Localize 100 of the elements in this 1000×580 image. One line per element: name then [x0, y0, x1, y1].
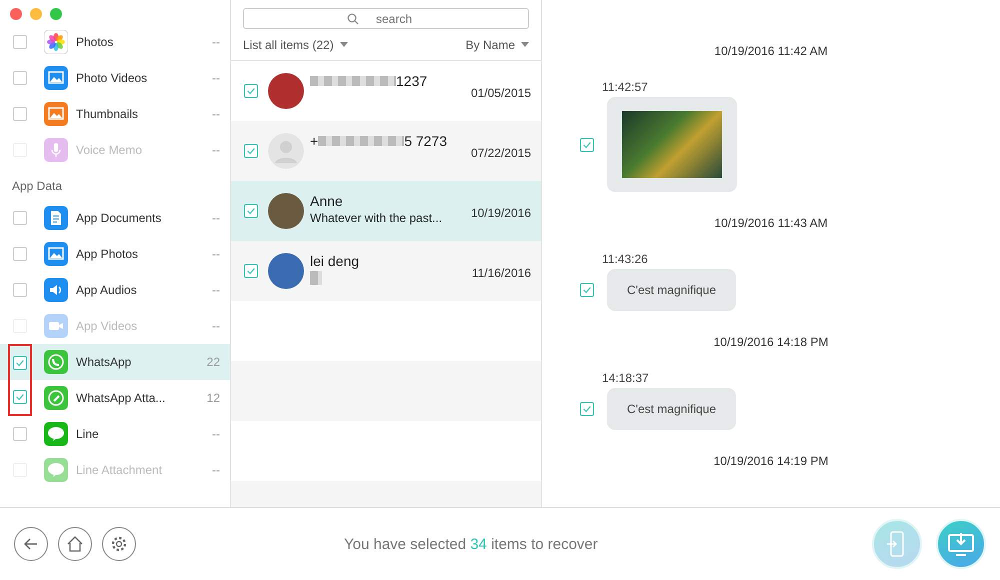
date-header: 10/19/2016 14:19 PM [712, 453, 830, 470]
item-label: Line Attachment [76, 463, 164, 477]
checkbox[interactable] [13, 211, 27, 225]
chat-bubble-icon [44, 422, 68, 446]
checkbox[interactable] [13, 35, 27, 49]
checkbox[interactable] [13, 390, 27, 404]
checkmark-icon [246, 86, 256, 96]
date-header: 10/19/2016 11:43 AM [713, 215, 829, 232]
contact-name: 5 7273 [404, 133, 448, 149]
selection-status: You have selected 34 items to recover [344, 536, 599, 552]
speaker-icon [44, 278, 68, 302]
checkbox[interactable] [580, 138, 594, 152]
sidebar-item[interactable]: Photo Videos -- [0, 60, 230, 96]
sort-dropdown[interactable]: By Name [466, 38, 529, 52]
checkmark-icon [582, 285, 592, 295]
checkbox[interactable] [13, 247, 27, 261]
message-bubble: C'est magnifique [607, 269, 736, 311]
back-button[interactable] [14, 527, 48, 561]
item-label: WhatsApp Atta... [76, 391, 166, 405]
section-title: App Data [11, 178, 64, 195]
minimize-window-button[interactable] [30, 8, 42, 20]
item-label: App Photos [76, 247, 140, 261]
item-count: -- [212, 463, 220, 477]
item-label: Photo Videos [76, 71, 148, 85]
message-bubble: C'est magnifique [607, 388, 736, 430]
checkmark-icon [582, 140, 592, 150]
sidebar-item[interactable]: Thumbnails -- [0, 96, 230, 132]
item-count: -- [212, 143, 220, 157]
document-icon [44, 206, 68, 230]
checkbox[interactable] [244, 204, 258, 218]
item-label: Line [76, 427, 100, 441]
sidebar-item[interactable]: Line -- [0, 416, 230, 452]
checkmark-icon [246, 206, 256, 216]
sidebar-item[interactable]: WhatsApp 22 [0, 344, 230, 380]
avatar-photo-placeholder [268, 73, 304, 109]
contact-date: 07/22/2015 [470, 146, 531, 160]
to-device-button[interactable] [872, 519, 922, 569]
message-time: 14:18:37 [602, 371, 650, 385]
checkbox[interactable] [13, 427, 27, 441]
checkbox[interactable] [13, 71, 27, 85]
sidebar-item[interactable]: WhatsApp Atta... 12 [0, 380, 230, 416]
item-label: App Audios [76, 283, 138, 297]
checkbox[interactable] [13, 356, 27, 370]
item-count: -- [212, 319, 220, 333]
date-header: 10/19/2016 11:42 AM [713, 43, 829, 60]
checkbox[interactable] [13, 107, 27, 121]
contact-name-prefix: + [310, 133, 318, 149]
checkmark-icon [15, 392, 25, 402]
checkmark-icon [246, 146, 256, 156]
contact-name: lei deng [310, 253, 360, 269]
item-count: -- [212, 283, 220, 297]
picture-icon [44, 66, 68, 90]
sidebar-item[interactable]: App Photos -- [0, 236, 230, 272]
checkbox[interactable] [580, 283, 594, 297]
contact-name: Anne [310, 193, 343, 209]
contact-row[interactable]: Anne Whatever with the past... 10/19/2016 [231, 181, 541, 241]
home-button[interactable] [58, 527, 92, 561]
checkbox[interactable] [580, 402, 594, 416]
settings-button[interactable] [102, 527, 136, 561]
message-preview: Whatever with the past... [310, 211, 444, 225]
avatar-photo-placeholder [268, 253, 304, 289]
zoom-window-button[interactable] [50, 8, 62, 20]
item-count: -- [212, 427, 220, 441]
home-icon [66, 535, 84, 553]
checkbox[interactable] [13, 283, 27, 297]
microphone-icon [44, 138, 68, 162]
chat-bubble-icon [44, 458, 68, 482]
sidebar-item[interactable]: App Documents -- [0, 200, 230, 236]
close-window-button[interactable] [10, 8, 22, 20]
search-icon [347, 13, 359, 25]
video-camera-icon [44, 314, 68, 338]
sidebar-item[interactable]: Photos -- [0, 24, 230, 60]
filter-dropdown[interactable]: List all items (22) [243, 38, 348, 52]
checkbox[interactable] [244, 84, 258, 98]
date-header: 10/19/2016 14:18 PM [712, 334, 830, 351]
item-label: App Videos [76, 319, 138, 333]
picture-icon [44, 242, 68, 266]
contact-date: 10/19/2016 [470, 206, 531, 220]
default-avatar-icon [268, 133, 304, 169]
item-label: App Documents [76, 211, 162, 225]
item-label: Voice Memo [76, 143, 144, 157]
item-label: WhatsApp [76, 355, 132, 369]
contact-date: 01/05/2015 [470, 86, 531, 100]
caret-icon [340, 42, 348, 47]
sidebar-item[interactable]: App Audios -- [0, 272, 230, 308]
item-count: -- [212, 107, 220, 121]
checkmark-icon [15, 358, 25, 368]
contact-date: 11/16/2016 [472, 266, 531, 280]
item-count: -- [212, 71, 220, 85]
monitor-download-icon [947, 531, 975, 557]
to-computer-button[interactable] [936, 519, 986, 569]
search-field[interactable]: search [243, 8, 529, 29]
item-count: 22 [206, 355, 220, 369]
checkbox[interactable] [244, 264, 258, 278]
item-count: -- [212, 247, 220, 261]
checkbox[interactable] [244, 144, 258, 158]
phone-bubble-icon [44, 350, 68, 374]
settings-icon [110, 535, 128, 553]
item-count: 12 [206, 391, 220, 405]
flower-icon [44, 30, 68, 54]
